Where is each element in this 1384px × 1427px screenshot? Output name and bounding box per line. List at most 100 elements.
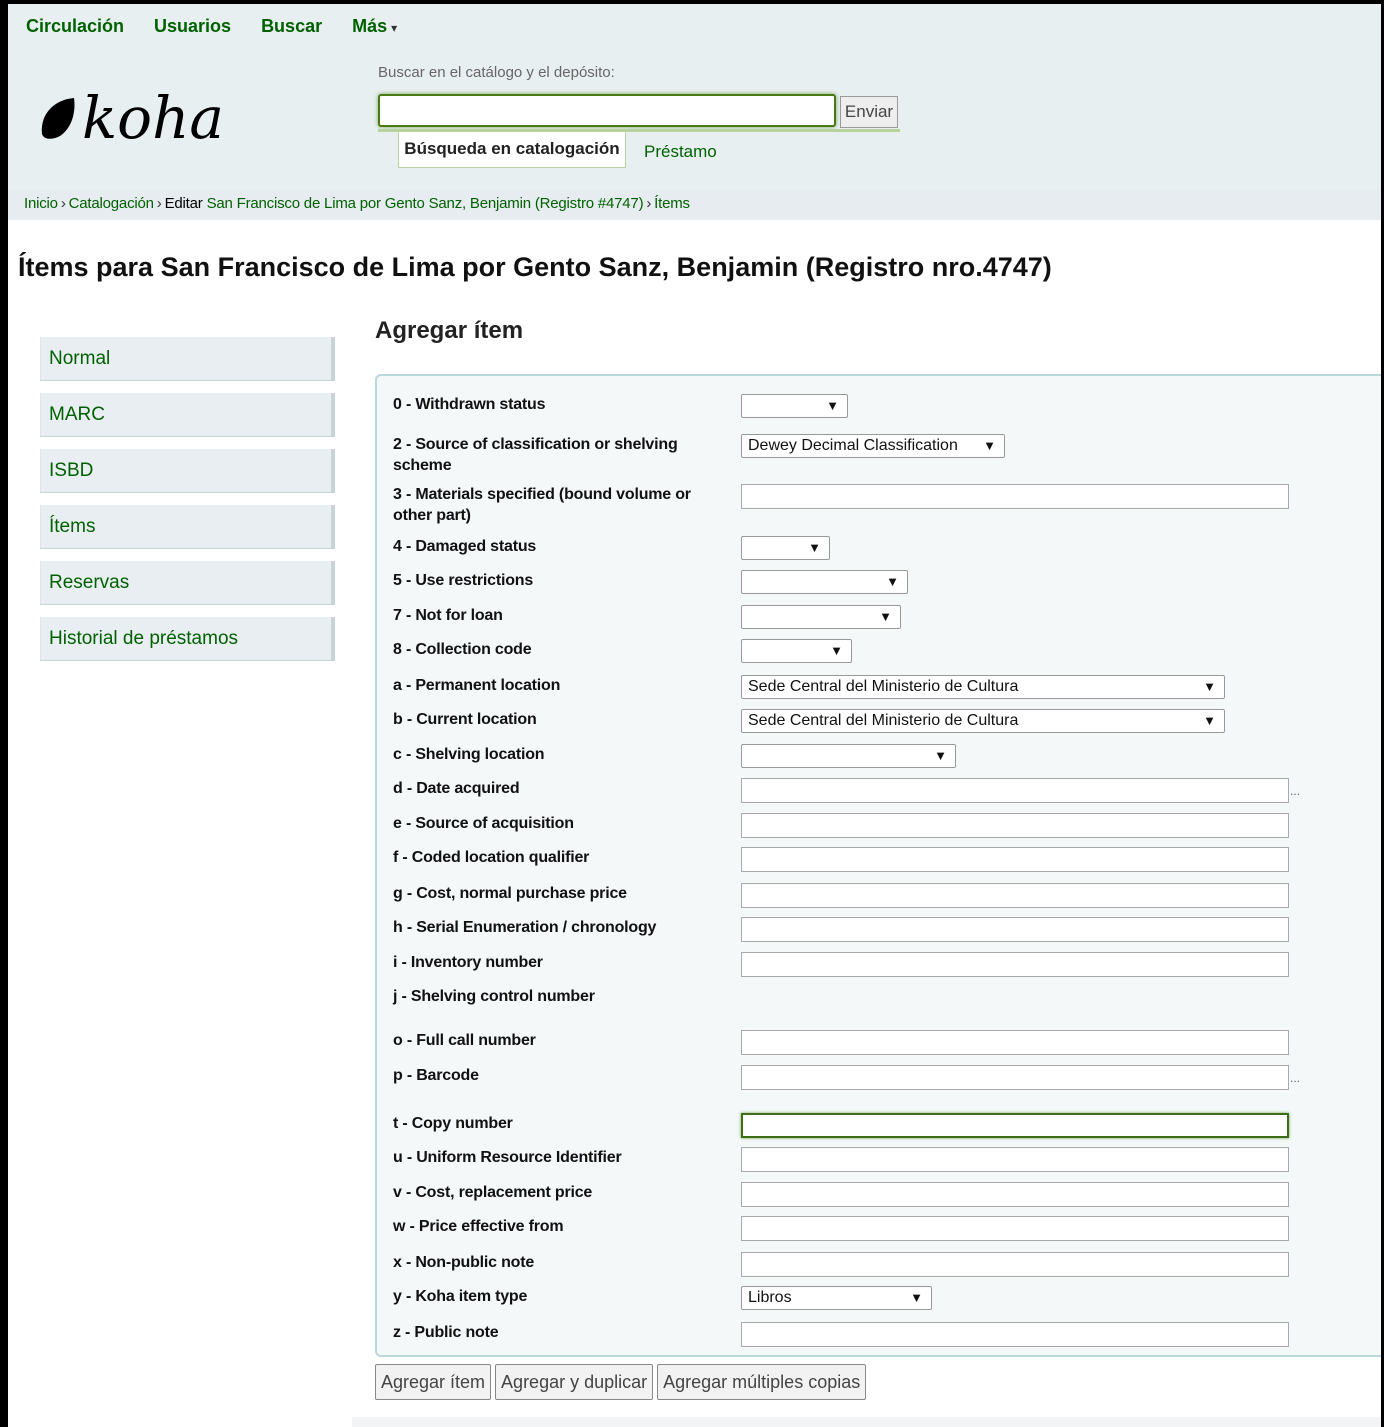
field-label: z - Public note (393, 1324, 499, 1341)
select-value: Sede Central del Ministerio de Cultura (748, 678, 1019, 695)
field-label: p - Barcode (393, 1067, 479, 1084)
add-and-duplicate-button[interactable]: Agregar y duplicar (495, 1364, 654, 1400)
menu-item-normal[interactable]: Normal (40, 337, 335, 381)
record-menu: Normal MARC ISBD Ítems Reservas Historia… (40, 337, 335, 673)
use-restrictions-select[interactable]: ▼ (741, 570, 908, 594)
field-label: d - Date acquired (393, 780, 520, 797)
field-label: o - Full call number (393, 1032, 536, 1049)
dropdown-arrow-icon: ▼ (886, 574, 899, 589)
serial-enumeration-input[interactable] (741, 917, 1289, 942)
non-public-note-input[interactable] (741, 1252, 1289, 1277)
field-label: x - Non-public note (393, 1254, 535, 1271)
tab-checkout[interactable]: Préstamo (644, 142, 717, 162)
dropdown-arrow-icon: ▼ (879, 609, 892, 624)
breadcrumb-separator: › (156, 195, 162, 212)
nav-mas[interactable]: Más ▾ (352, 16, 397, 37)
koha-leaf-icon (41, 98, 75, 139)
barcode-plugin-trigger[interactable]: ... (1290, 1071, 1300, 1085)
menu-item-historial[interactable]: Historial de préstamos (40, 617, 335, 661)
breadcrumb-separator: › (60, 195, 66, 212)
field-label: 8 - Collection code (393, 641, 532, 658)
collection-code-select[interactable]: ▼ (741, 639, 852, 663)
item-type-select[interactable]: Libros ▼ (741, 1286, 932, 1310)
select-value: Sede Central del Ministerio de Cultura (748, 712, 1019, 729)
purchase-price-input[interactable] (741, 883, 1289, 908)
breadcrumb-catalogacion[interactable]: Catalogación (69, 195, 154, 212)
menu-item-marc[interactable]: MARC (40, 393, 335, 437)
header: Circulación Usuarios Buscar Más ▾ koha Bu… (8, 4, 1381, 190)
breadcrumb-items[interactable]: Ítems (654, 195, 690, 212)
dropdown-arrow-icon: ▼ (808, 540, 821, 555)
barcode-input[interactable] (741, 1065, 1289, 1090)
withdrawn-status-select[interactable]: ▼ (741, 394, 848, 418)
dropdown-arrow-icon: ▼ (1203, 679, 1216, 694)
field-label: g - Cost, normal purchase price (393, 885, 627, 902)
field-label: f - Coded location qualifier (393, 849, 590, 866)
nav-usuarios[interactable]: Usuarios (154, 16, 231, 37)
menu-item-reservas[interactable]: Reservas (40, 561, 335, 605)
permanent-location-select[interactable]: Sede Central del Ministerio de Cultura ▼ (741, 675, 1225, 699)
field-label: 7 - Not for loan (393, 607, 503, 624)
field-label: 3 - Materials specified (bound volume or… (393, 486, 691, 524)
window-frame-left (0, 0, 8, 1427)
form-actions: Agregar ítem Agregar y duplicar Agregar … (375, 1364, 867, 1400)
field-label: c - Shelving location (393, 746, 545, 763)
damaged-status-select[interactable]: ▼ (741, 536, 830, 560)
field-label: 4 - Damaged status (393, 538, 537, 555)
field-label: h - Serial Enumeration / chronology (393, 919, 657, 936)
top-nav: Circulación Usuarios Buscar Más ▾ (26, 16, 427, 37)
dropdown-arrow-icon: ▼ (983, 438, 996, 453)
nav-buscar[interactable]: Buscar (261, 16, 322, 37)
field-label: v - Cost, replacement price (393, 1184, 593, 1201)
field-label: w - Price effective from (393, 1218, 564, 1235)
nav-circulacion[interactable]: Circulación (26, 16, 124, 37)
dropdown-arrow-icon: ▼ (1203, 713, 1216, 728)
field-label: j - Shelving control number (393, 988, 595, 1005)
section-title: Agregar ítem (375, 317, 524, 344)
current-location-select[interactable]: Sede Central del Ministerio de Cultura ▼ (741, 709, 1225, 733)
catalog-search-input[interactable] (378, 94, 836, 127)
coded-location-qualifier-input[interactable] (741, 847, 1289, 872)
date-acquired-input[interactable] (741, 778, 1289, 803)
field-label: 2 - Source of classification or shelving… (393, 436, 678, 474)
public-note-input[interactable] (741, 1322, 1289, 1347)
field-label: t - Copy number (393, 1115, 513, 1132)
not-for-loan-select[interactable]: ▼ (741, 605, 901, 629)
dropdown-arrow-icon: ▼ (934, 748, 947, 763)
breadcrumb-inicio[interactable]: Inicio (24, 195, 58, 212)
date-picker-trigger[interactable]: ... (1290, 784, 1300, 798)
inventory-number-input[interactable] (741, 952, 1289, 977)
field-label: 5 - Use restrictions (393, 572, 534, 589)
field-label: b - Current location (393, 711, 537, 728)
source-of-acquisition-input[interactable] (741, 813, 1289, 838)
add-item-button[interactable]: Agregar ítem (375, 1364, 492, 1400)
field-label: 0 - Withdrawn status (393, 396, 546, 413)
search-label: Buscar en el catálogo y el depósito: (378, 64, 615, 81)
chevron-down-icon: ▾ (391, 21, 398, 35)
page-title: Ítems para San Francisco de Lima por Gen… (18, 252, 1052, 282)
menu-item-items[interactable]: Ítems (40, 505, 335, 549)
field-label: u - Uniform Resource Identifier (393, 1149, 622, 1166)
shelving-location-select[interactable]: ▼ (741, 744, 956, 768)
classification-source-select[interactable]: Dewey Decimal Classification ▼ (741, 434, 1005, 458)
uri-input[interactable] (741, 1147, 1289, 1172)
select-value: Dewey Decimal Classification (748, 437, 958, 454)
breadcrumb-record-link[interactable]: San Francisco de Lima por Gento Sanz, Be… (207, 195, 644, 212)
price-effective-from-input[interactable] (741, 1216, 1289, 1241)
breadcrumb-separator: › (646, 195, 652, 212)
search-submit-button[interactable]: Enviar (840, 96, 898, 128)
add-multiple-copies-button[interactable]: Agregar múltiples copias (657, 1364, 867, 1400)
replacement-price-input[interactable] (741, 1182, 1289, 1207)
full-call-number-input[interactable] (741, 1030, 1289, 1055)
menu-item-isbd[interactable]: ISBD (40, 449, 335, 493)
field-label: y - Koha item type (393, 1288, 528, 1305)
select-value: Libros (748, 1289, 792, 1306)
koha-logo[interactable]: koha (38, 84, 224, 152)
tab-catalog-search[interactable]: Búsqueda en catalogación (398, 132, 626, 168)
breadcrumb-editar: Editar (164, 195, 203, 212)
copy-number-input[interactable] (741, 1113, 1289, 1138)
materials-specified-input[interactable] (741, 484, 1289, 509)
dropdown-arrow-icon: ▼ (910, 1290, 923, 1305)
breadcrumb: Inicio › Catalogación › Editar San Francisco… (8, 190, 1381, 220)
field-label: e - Source of acquisition (393, 815, 574, 832)
